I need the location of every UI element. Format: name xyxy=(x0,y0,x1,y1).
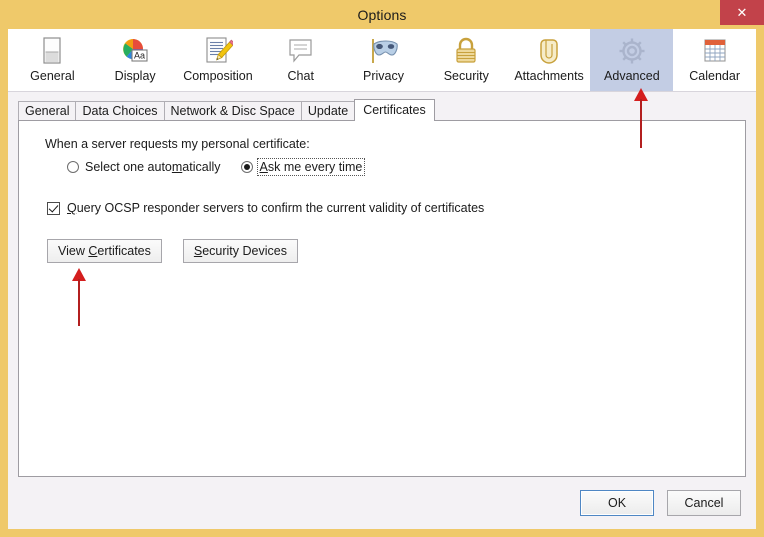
title-bar: Options ✕ xyxy=(8,0,764,29)
tab-data-choices[interactable]: Data Choices xyxy=(75,101,165,120)
chat-icon xyxy=(286,34,316,68)
privacy-mask-icon xyxy=(368,34,400,68)
category-toolbar: General Aa Display Composition Chat Priv… xyxy=(8,29,756,92)
calendar-icon xyxy=(701,34,729,68)
category-label: Security xyxy=(443,69,489,83)
category-attachments[interactable]: Attachments xyxy=(508,29,591,91)
cancel-button[interactable]: Cancel xyxy=(667,490,741,516)
tab-certificates[interactable]: Certificates xyxy=(354,99,435,121)
category-privacy[interactable]: Privacy xyxy=(342,29,425,91)
composition-icon xyxy=(203,34,233,68)
category-composition[interactable]: Composition xyxy=(177,29,260,91)
general-icon xyxy=(39,34,65,68)
category-label: Chat xyxy=(287,69,314,83)
category-label: Calendar xyxy=(689,69,740,83)
category-calendar[interactable]: Calendar xyxy=(673,29,756,91)
radio-label: Select one automatically xyxy=(85,160,221,174)
attachments-paperclip-icon xyxy=(538,34,560,68)
tab-network-disc-space[interactable]: Network & Disc Space xyxy=(163,101,302,120)
category-label: Composition xyxy=(183,69,253,83)
certificates-panel: When a server requests my personal certi… xyxy=(18,120,746,477)
security-lock-icon xyxy=(453,34,479,68)
category-label: Advanced xyxy=(604,69,660,83)
radio-select-one-automatically[interactable]: Select one automatically xyxy=(67,160,221,174)
category-label: General xyxy=(30,69,75,83)
category-advanced[interactable]: Advanced xyxy=(590,29,674,91)
certificate-selection-radio-group: Select one automatically Ask me every ti… xyxy=(67,158,727,176)
category-label: Attachments xyxy=(514,69,584,83)
options-window: Options ✕ General Aa Display Composition… xyxy=(0,0,764,537)
svg-text:Aa: Aa xyxy=(134,51,145,61)
tab-update[interactable]: Update xyxy=(300,101,356,120)
category-security[interactable]: Security xyxy=(425,29,508,91)
ocsp-checkbox[interactable] xyxy=(47,201,60,215)
category-label: Privacy xyxy=(363,69,404,83)
radio-label: Ask me every time xyxy=(256,158,366,176)
window-title: Options xyxy=(357,6,407,23)
category-display[interactable]: Aa Display xyxy=(94,29,177,91)
category-label: Display xyxy=(114,69,156,83)
tab-strip: General Data Choices Network & Disc Spac… xyxy=(18,99,756,121)
radio-indicator xyxy=(240,161,253,173)
dialog-footer: OK Cancel xyxy=(8,477,756,529)
security-devices-button[interactable]: Security Devices xyxy=(182,239,298,263)
certificate-request-prompt: When a server requests my personal certi… xyxy=(45,137,310,151)
display-icon: Aa xyxy=(120,34,150,68)
close-icon[interactable]: ✕ xyxy=(720,0,764,25)
ok-button[interactable]: OK xyxy=(580,490,654,516)
radio-ask-me-every-time[interactable]: Ask me every time xyxy=(240,158,366,176)
category-general[interactable]: General xyxy=(11,29,94,91)
certificate-buttons: View Certificates Security Devices xyxy=(47,239,727,263)
options-dialog: General Aa Display Composition Chat Priv… xyxy=(8,29,756,529)
advanced-gear-icon xyxy=(616,34,648,68)
radio-indicator xyxy=(67,161,79,173)
tab-general[interactable]: General xyxy=(18,101,77,120)
view-certificates-button[interactable]: View Certificates xyxy=(47,239,162,263)
ocsp-checkbox-label: Query OCSP responder servers to confirm … xyxy=(67,201,485,215)
category-chat[interactable]: Chat xyxy=(259,29,342,91)
ocsp-checkbox-row[interactable]: Query OCSP responder servers to confirm … xyxy=(47,201,727,215)
